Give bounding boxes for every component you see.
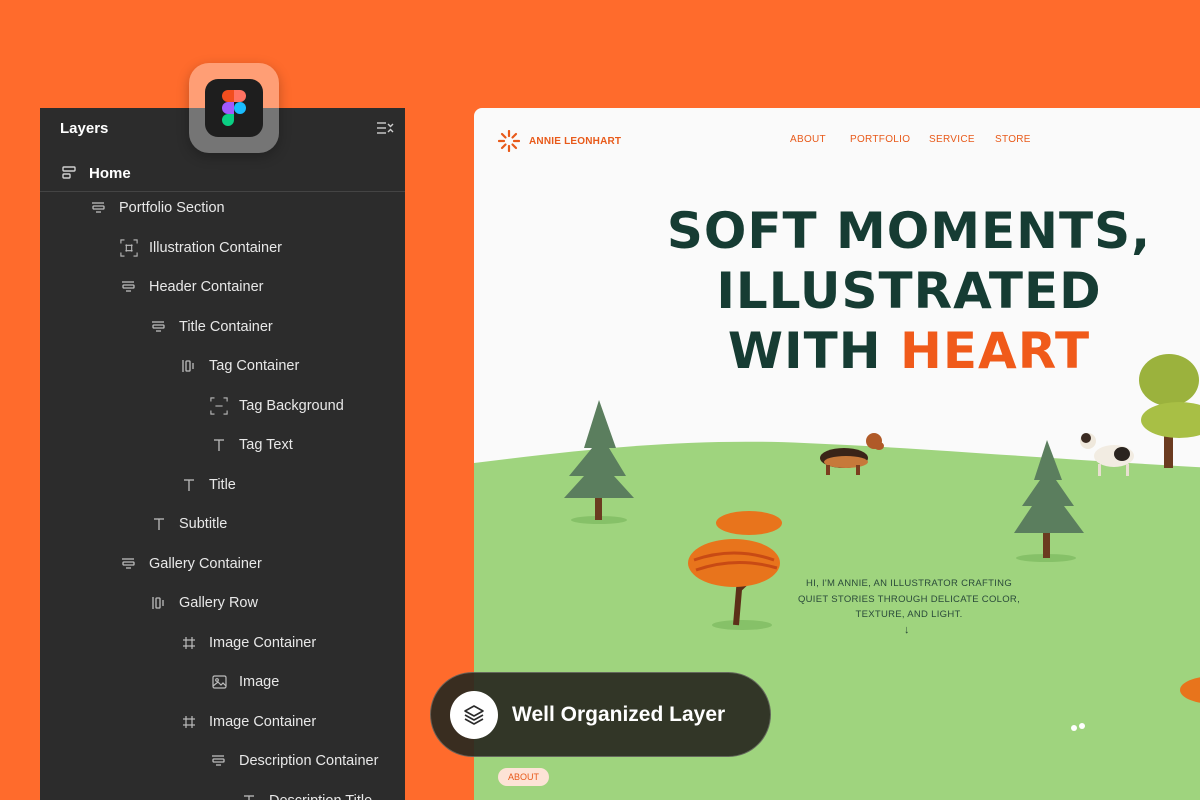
nav-store[interactable]: STORE <box>995 134 1031 145</box>
horizontal-layout-icon <box>150 594 168 612</box>
page-icon <box>62 166 78 185</box>
layer-label: Title <box>209 476 236 493</box>
layer-label: Image Container <box>209 634 317 651</box>
hero-title-line-1: SOFT MOMENTS, <box>666 202 1152 260</box>
intro-text: HI, I'M ANNIE, AN ILLUSTRATOR CRAFTING Q… <box>797 578 1021 620</box>
brand-name: ANNIE LEONHART <box>529 135 622 147</box>
layer-row[interactable]: Subtitle <box>150 512 227 536</box>
layer-label: Tag Container <box>209 358 300 374</box>
layer-label: Portfolio Section <box>119 200 225 216</box>
layer-label: Image <box>239 674 280 690</box>
auto-layout-icon <box>210 752 228 770</box>
layer-label: Tag Text <box>239 437 293 453</box>
layer-row[interactable]: Tag Text <box>210 433 293 457</box>
layer-row[interactable]: Title <box>180 473 236 497</box>
layer-label: Description Container <box>239 753 379 769</box>
rectangle-icon <box>210 396 228 415</box>
layer-row[interactable]: Title Container <box>150 315 273 339</box>
frame-icon <box>120 238 138 257</box>
layer-row[interactable]: Header Container <box>120 275 263 299</box>
badge-text: Well Organized Layer <box>512 702 726 726</box>
image-icon <box>210 673 228 691</box>
layer-row[interactable]: Tag Container <box>180 354 299 378</box>
text-icon <box>150 515 168 533</box>
layer-home-page[interactable]: Home <box>40 156 405 192</box>
hero-title-line-2: ILLUSTRATED <box>716 262 1102 320</box>
layer-label: Header Container <box>149 279 264 295</box>
text-icon <box>210 436 228 454</box>
layers-panel-title: Layers <box>60 120 109 137</box>
layer-label: Tag Background <box>239 397 344 414</box>
nav-about[interactable]: ABOUT <box>790 134 826 145</box>
layer-label: Gallery Container <box>149 555 262 572</box>
layers-panel: Layers Home Portfolio Section Illustratio… <box>40 108 405 800</box>
collapse-layers-icon[interactable] <box>375 118 395 138</box>
auto-layout-icon <box>120 555 138 573</box>
layer-row[interactable]: Illustration Container <box>120 236 282 260</box>
nav-portfolio[interactable]: PORTFOLIO <box>850 134 910 145</box>
frame-hash-icon <box>180 713 198 731</box>
layer-row[interactable]: Gallery Container <box>120 552 262 576</box>
auto-layout-icon <box>90 199 108 217</box>
layer-label: Image Container <box>209 713 317 730</box>
hero-title-prefix: WITH <box>727 322 901 380</box>
auto-layout-icon <box>120 278 138 296</box>
home-label: Home <box>89 165 131 182</box>
layer-row[interactable]: Description Title <box>240 789 372 800</box>
layer-row[interactable]: Tag Background <box>210 394 344 418</box>
nav-service[interactable]: SERVICE <box>929 134 975 145</box>
layer-row[interactable]: Image Container <box>180 631 316 655</box>
hero-title-line-3: WITH HEART <box>474 322 1200 380</box>
well-organized-layer-badge: Well Organized Layer <box>430 672 771 757</box>
layer-row[interactable]: Portfolio Section <box>90 196 225 220</box>
hero-title-accent: HEART <box>900 322 1091 380</box>
scroll-down-arrow[interactable]: ↓ <box>904 624 910 636</box>
figma-icon <box>205 79 263 137</box>
layer-label: Title Container <box>179 318 273 335</box>
layer-row[interactable]: Description Container <box>210 749 378 773</box>
horizontal-layout-icon <box>180 357 198 375</box>
layer-row[interactable]: Image Container <box>180 710 316 734</box>
text-icon <box>240 792 258 800</box>
about-tag: ABOUT <box>498 768 550 786</box>
figma-logo-badge <box>189 63 279 153</box>
text-icon <box>180 476 198 494</box>
brand-logo[interactable]: ANNIE LEONHART <box>498 130 621 152</box>
layer-label: Illustration Container <box>149 239 282 256</box>
layer-label: Subtitle <box>179 516 228 532</box>
layer-row[interactable]: Gallery Row <box>150 591 258 615</box>
layers-icon <box>450 690 498 739</box>
layer-row[interactable]: Image <box>210 670 279 694</box>
sun-logo-icon <box>498 130 520 152</box>
layer-label: Description Title <box>269 793 372 800</box>
layer-label: Gallery Row <box>179 595 258 611</box>
auto-layout-icon <box>150 318 168 336</box>
frame-hash-icon <box>180 634 198 652</box>
